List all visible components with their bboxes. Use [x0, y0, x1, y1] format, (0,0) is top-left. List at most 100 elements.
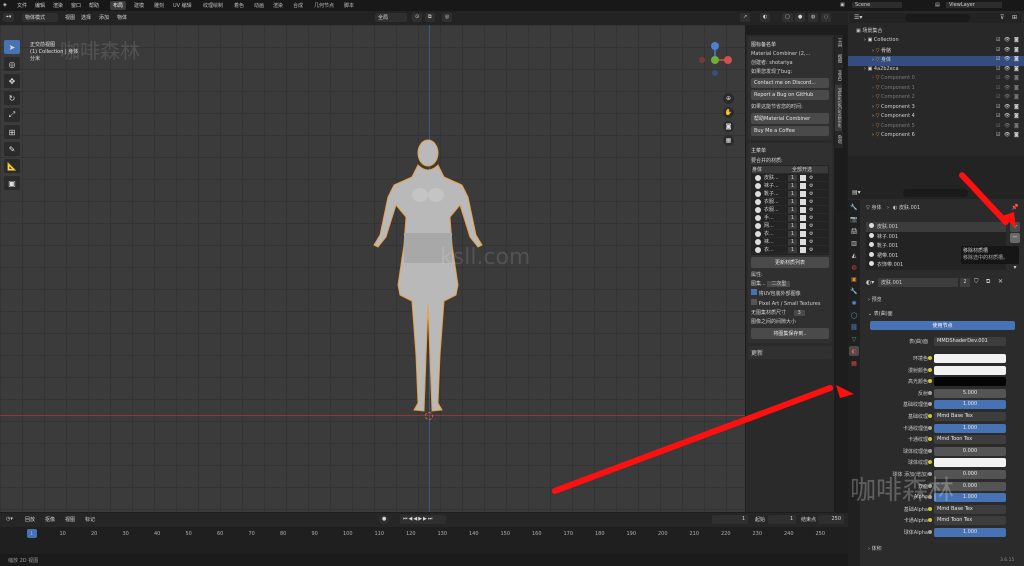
material-checkbox-icon[interactable]: [800, 238, 806, 245]
menu-marker[interactable]: 标记: [82, 515, 98, 524]
outliner-row[interactable]: › ▣ 4a2b2eca ☑ 👁 ◙: [848, 66, 1024, 76]
scene-selector[interactable]: Scene: [852, 2, 902, 8]
render-camera-icon[interactable]: ◙: [1014, 104, 1019, 110]
render-camera-icon[interactable]: ◙: [1014, 123, 1019, 129]
volume-section[interactable]: › 体积: [866, 543, 1016, 553]
workspace-tab[interactable]: 动画: [251, 1, 267, 10]
properties-search-input[interactable]: [903, 189, 968, 197]
checkbox-icon[interactable]: ☑: [996, 75, 1000, 81]
material-settings-icon[interactable]: ⚙: [809, 223, 813, 229]
texture-props-icon[interactable]: ▦: [849, 358, 859, 368]
mode-dropdown[interactable]: 物体模式: [22, 13, 58, 22]
checkbox-icon[interactable]: ☑: [996, 123, 1000, 129]
socket-icon[interactable]: [928, 506, 932, 511]
pixel-art-row[interactable]: Pixel Art / Small Textures: [751, 298, 829, 308]
material-checkbox-icon[interactable]: [800, 198, 806, 205]
pixel-art-checkbox-icon[interactable]: [751, 299, 757, 305]
duplicate-icon[interactable]: ⧉: [986, 278, 990, 286]
annotate-tool-icon[interactable]: ✎: [4, 142, 20, 156]
grid-toggle-icon[interactable]: ▦: [723, 135, 734, 146]
material-settings-icon[interactable]: ⚙: [809, 191, 813, 197]
current-frame-field[interactable]: 1: [712, 515, 748, 524]
visibility-eye-icon[interactable]: 👁: [1004, 94, 1010, 100]
socket-icon[interactable]: [928, 402, 932, 407]
tab-mmd[interactable]: MMD: [835, 67, 842, 86]
gizmo-toggle-icon[interactable]: ↗: [740, 13, 751, 22]
transform-tool-icon[interactable]: ⊞: [4, 125, 20, 139]
workspace-tab[interactable]: 雕刻: [151, 1, 167, 10]
particles-props-icon[interactable]: ✺: [849, 298, 859, 308]
material-row[interactable]: 手... 1 ⚙: [752, 214, 828, 222]
shader-input-field[interactable]: [934, 377, 1006, 387]
checkbox-icon[interactable]: ☑: [996, 47, 1000, 53]
material-checkbox-icon[interactable]: [800, 222, 806, 229]
workspace-tab[interactable]: 建模: [131, 1, 147, 10]
material-props-icon[interactable]: ◐: [849, 346, 859, 356]
material-row[interactable]: 袜子... 1 ⚙: [752, 182, 828, 190]
outliner-row[interactable]: › ▽ Component 6 ☑ 👁 ◙: [848, 132, 1024, 142]
material-slot-row[interactable]: 皮肤.001: [866, 222, 1006, 232]
render-camera-icon[interactable]: ◙: [1014, 75, 1019, 81]
shading-material-icon[interactable]: ◍: [808, 13, 819, 22]
camera-icon[interactable]: ◙: [723, 121, 734, 132]
character-model[interactable]: [340, 125, 520, 425]
visibility-eye-icon[interactable]: 👁: [1004, 75, 1010, 81]
socket-icon[interactable]: [928, 356, 932, 360]
shader-input-field[interactable]: 0.000: [934, 446, 1006, 456]
workspace-tab[interactable]: UV 编辑: [170, 1, 195, 10]
outliner-row[interactable]: › ▽ Component 0 ☑ 👁 ◙: [848, 75, 1024, 85]
visibility-eye-icon[interactable]: 👁: [1004, 85, 1010, 91]
viewlayer-selector[interactable]: ViewLayer: [946, 2, 1002, 8]
snap-icon[interactable]: ⧉: [425, 13, 435, 22]
material-row[interactable]: 衣服... 1 ⚙: [752, 198, 828, 206]
outliner-row[interactable]: › ▽ Component 1 ☑ 👁 ◙: [848, 85, 1024, 95]
view-layer-props-icon[interactable]: ▥: [849, 238, 859, 248]
workspace-tab[interactable]: 合成: [290, 1, 306, 10]
tab-tool[interactable]: 工具: [835, 35, 843, 51]
material-size-field[interactable]: 1: [788, 222, 797, 229]
new-collection-icon[interactable]: ⊞: [1012, 14, 1017, 21]
socket-icon[interactable]: [928, 414, 932, 418]
add-cube-icon[interactable]: ▣: [4, 176, 20, 190]
material-size-field[interactable]: 1: [788, 182, 797, 189]
material-checkbox-icon[interactable]: [800, 214, 806, 221]
material-settings-icon[interactable]: ⚙: [809, 183, 813, 189]
timeline-type-icon[interactable]: ◷▾: [3, 515, 16, 524]
patreon-button[interactable]: 帮助Material Combiner: [751, 113, 829, 124]
select-tool-icon[interactable]: ➤: [4, 40, 20, 54]
shading-solid-icon[interactable]: ●: [795, 13, 806, 22]
scene-props-icon[interactable]: ◭: [849, 250, 859, 260]
material-checkbox-icon[interactable]: [800, 230, 806, 237]
tool-props-icon[interactable]: 🔧: [849, 202, 859, 212]
tab-misc[interactable]: 杂项: [835, 132, 843, 149]
preview-section[interactable]: › 预览: [866, 294, 1016, 304]
end-frame-field[interactable]: 250: [818, 515, 844, 524]
material-settings-icon[interactable]: ⚙: [809, 207, 813, 213]
checkbox-icon[interactable]: ☑: [996, 37, 1000, 43]
material-checkbox-icon[interactable]: [800, 190, 806, 197]
material-name-field[interactable]: 皮肤.001: [878, 278, 958, 287]
github-button[interactable]: Report a Bug on GitHub: [751, 90, 829, 100]
material-settings-icon[interactable]: ⚙: [809, 215, 813, 221]
outliner-search-input[interactable]: [905, 14, 970, 22]
render-camera-icon[interactable]: ◙: [1014, 66, 1019, 72]
pan-hand-icon[interactable]: ✋: [723, 107, 734, 118]
surface-shader-field[interactable]: MMDShaderDev.001: [934, 337, 1006, 346]
update-list-button[interactable]: 更新材质列表: [751, 257, 829, 268]
socket-icon[interactable]: [928, 518, 932, 523]
socket-icon[interactable]: [928, 530, 932, 534]
shader-input-field[interactable]: Mmd Toon Tex: [934, 435, 1006, 445]
render-camera-icon[interactable]: ◙: [1014, 56, 1019, 62]
render-props-icon[interactable]: 📷: [849, 214, 859, 224]
material-settings-icon[interactable]: ⚙: [809, 199, 813, 205]
menu-render[interactable]: 渲染: [53, 2, 63, 9]
material-browse-icon[interactable]: ◐▾: [866, 279, 874, 286]
render-camera-icon[interactable]: ◙: [1014, 94, 1019, 100]
outliner-row[interactable]: › ▽ Component 5 ☑ 👁 ◙: [848, 123, 1024, 133]
move-tool-icon[interactable]: ✥: [4, 74, 20, 88]
cursor-tool-icon[interactable]: ◎: [4, 57, 20, 71]
properties-type-icon[interactable]: ▤▾: [852, 189, 861, 196]
socket-icon[interactable]: [928, 460, 932, 465]
shader-input-field[interactable]: Mmd Toon Tex: [934, 516, 1006, 526]
coffee-button[interactable]: Buy Me a Coffee: [751, 126, 829, 136]
